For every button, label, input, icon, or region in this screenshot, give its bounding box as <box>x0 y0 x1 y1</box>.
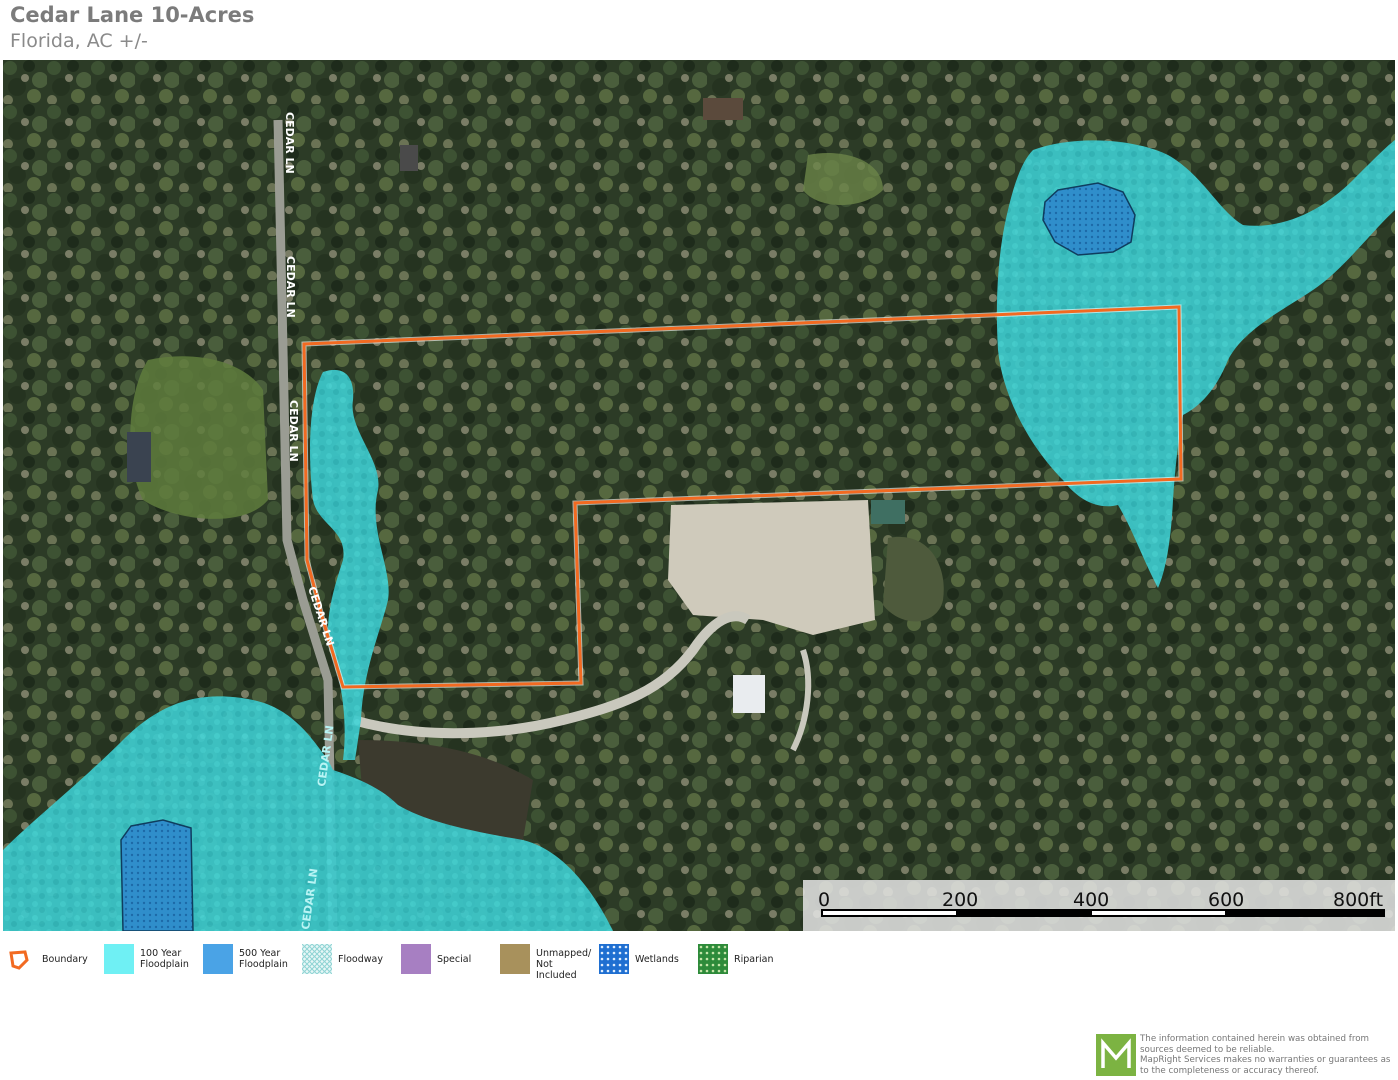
scale-tick-200: 200 <box>942 889 978 911</box>
road-label-3: CEDAR LN <box>287 400 300 462</box>
unmapped-swatch <box>500 944 530 974</box>
shed-green <box>871 500 905 524</box>
house-north <box>400 145 418 171</box>
special-swatch <box>401 944 431 974</box>
road-label-1: CEDAR LN <box>283 112 296 174</box>
legend-label-wetlands: Wetlands <box>635 954 679 965</box>
mapright-logo <box>1096 1034 1136 1076</box>
mapright-logo-icon <box>1096 1034 1136 1076</box>
legend-label-100yr: 100 Year Floodplain <box>140 948 189 970</box>
disclaimer-text: The information contained herein was obt… <box>1140 1034 1391 1076</box>
legend-label-floodway: Floodway <box>338 954 383 965</box>
legend-label-unmapped: Unmapped/ Not Included <box>536 948 592 981</box>
map-legend: Boundary 100 Year Floodplain 500 Year Fl… <box>0 944 820 981</box>
compound-clearing <box>668 500 875 635</box>
riparian-swatch <box>698 944 728 974</box>
wetlands-swatch <box>599 944 629 974</box>
scale-tick-0: 0 <box>818 889 830 911</box>
scale-tick-600: 600 <box>1208 889 1244 911</box>
building-white <box>733 675 765 713</box>
house-north-east <box>703 98 743 120</box>
scale-tick-800ft: 800ft <box>1333 889 1383 911</box>
legend-label-special: Special <box>437 954 472 965</box>
disclaimer: The information contained herein was obt… <box>1096 1034 1394 1078</box>
floodplain-100-swatch <box>104 944 134 974</box>
page-title: Cedar Lane 10-Acres <box>10 3 255 27</box>
floodplain-500-swatch <box>203 944 233 974</box>
floodway-swatch <box>302 944 332 974</box>
aerial-map[interactable]: CEDAR LN CEDAR LN CEDAR LN CEDAR LN CEDA… <box>3 60 1395 931</box>
boundary-icon <box>9 950 29 970</box>
house-west <box>127 432 151 482</box>
wetland-southwest <box>120 819 194 931</box>
scale-bar: 0 200 400 600 800ft <box>803 880 1395 931</box>
legend-label-boundary: Boundary <box>42 954 88 965</box>
legend-label-500yr: 500 Year Floodplain <box>239 948 288 970</box>
scale-tick-400: 400 <box>1073 889 1109 911</box>
legend-label-riparian: Riparian <box>734 954 774 965</box>
page-subtitle: Florida, AC +/- <box>10 30 148 52</box>
road-label-2: CEDAR LN <box>284 256 297 318</box>
